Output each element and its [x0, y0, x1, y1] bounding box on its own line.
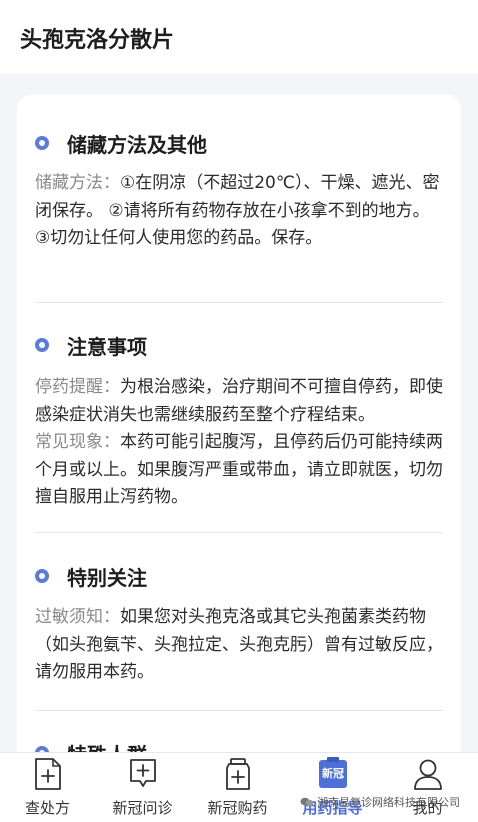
tab-label: 新冠问诊: [112, 799, 173, 817]
watermark-text: 湖南易复诊网络科技有限公司: [317, 796, 460, 809]
tab-covid-consult[interactable]: 新冠问诊: [95, 753, 190, 822]
consult-icon: [130, 759, 156, 787]
wechat-icon: [300, 797, 314, 807]
section-precautions: 注意事项 停药提醒：为根治感染，治疗期间不可擅自停药，即使感染症状消失也需继续服…: [35, 330, 443, 512]
page-header: 头孢克洛分散片: [0, 0, 478, 74]
info-card: 储藏方法及其他 储藏方法：①在阴凉（不超过20℃）、干燥、遮光、密闭保存。 ②请…: [17, 95, 461, 815]
tab-medication-guide[interactable]: 新冠 用药指导: [285, 753, 380, 822]
divider: [35, 302, 443, 303]
section-paragraph: 停药提醒：为根治感染，治疗期间不可擅自停药，即使感染症状消失也需继续服药至整个疗…: [35, 374, 443, 429]
section-header: 储藏方法及其他: [35, 128, 443, 158]
paragraph-label: 过敏须知：: [35, 607, 120, 627]
xinguan-badge-icon: 新冠: [319, 757, 347, 788]
bullet-dot-icon: [35, 569, 49, 583]
page-title: 头孢克洛分散片: [20, 28, 175, 53]
divider: [35, 710, 443, 711]
section-paragraph: 常见现象：本药可能引起腹泻，且停药后仍可能持续两个月或以上。如果腹泻严重或带血，…: [35, 429, 443, 512]
bullet-dot-icon: [35, 338, 49, 352]
tab-covid-medicine[interactable]: 新冠购药: [190, 753, 285, 822]
tab-prescription[interactable]: 查处方: [0, 753, 95, 822]
bullet-dot-icon: [35, 136, 49, 150]
tab-profile[interactable]: 我的: [380, 753, 475, 822]
watermark: 湖南易复诊网络科技有限公司: [300, 794, 460, 810]
section-header: 注意事项: [35, 330, 443, 360]
section-header: 特别关注: [35, 561, 443, 591]
section-title: 特别关注: [67, 566, 147, 590]
tab-label: 新冠购药: [207, 799, 268, 817]
paragraph-label: 停药提醒：: [35, 377, 120, 397]
person-icon: [414, 759, 442, 790]
paragraph-label: 常见现象：: [35, 432, 120, 452]
paragraph-label: 储藏方法：: [35, 173, 120, 193]
medicine-bottle-icon: [226, 758, 250, 790]
bottom-tab-bar: 查处方 新冠问诊 新冠购药 新冠 用药指导 我的: [0, 752, 478, 822]
section-paragraph: 过敏须知：如果您对头孢克洛或其它头孢菌素类药物（如头孢氨苄、头孢拉定、头孢克肟）…: [35, 604, 443, 687]
section-storage: 储藏方法及其他 储藏方法：①在阴凉（不超过20℃）、干燥、遮光、密闭保存。 ②请…: [35, 128, 443, 253]
section-title: 注意事项: [67, 335, 147, 359]
section-paragraph: 储藏方法：①在阴凉（不超过20℃）、干燥、遮光、密闭保存。 ②请将所有药物存放在…: [35, 170, 443, 253]
prescription-icon: [35, 758, 61, 790]
section-title: 储藏方法及其他: [67, 133, 207, 157]
divider: [35, 532, 443, 533]
section-special-attention: 特别关注 过敏须知：如果您对头孢克洛或其它头孢菌素类药物（如头孢氨苄、头孢拉定、…: [35, 561, 443, 687]
tab-label: 查处方: [24, 799, 70, 817]
